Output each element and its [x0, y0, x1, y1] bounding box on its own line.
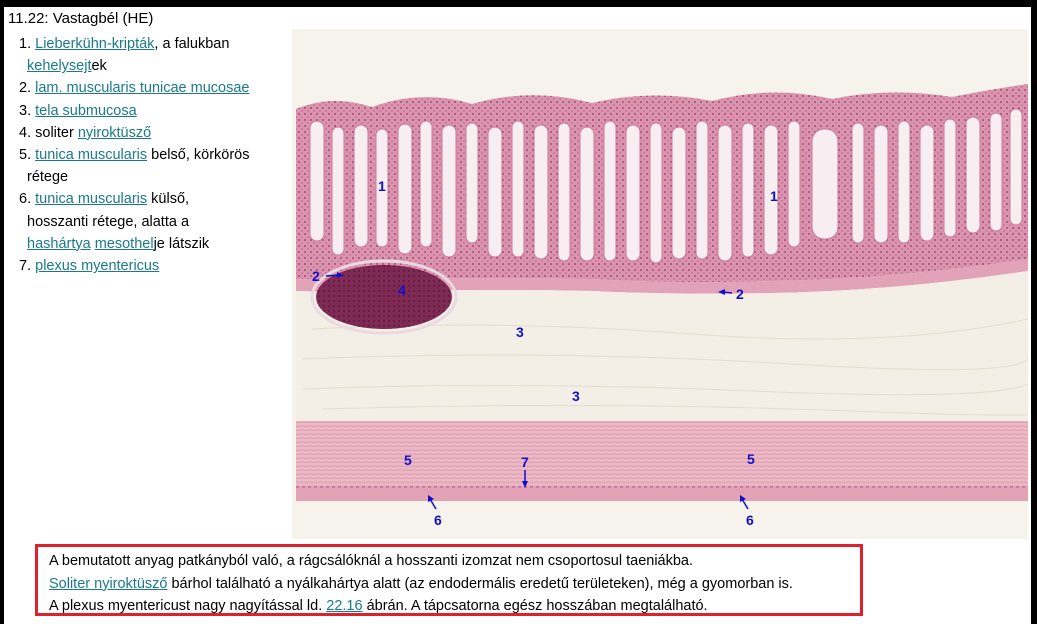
label-musc-mucosae-left: 2	[312, 268, 320, 284]
label-musc-mucosae-right: 2	[736, 286, 744, 302]
legend-item-7: 7. plexus myentericus	[19, 258, 160, 275]
label-plexus: 7	[521, 454, 529, 470]
label-crypt-left: 1	[378, 178, 386, 194]
label-circular-left: 5	[404, 452, 412, 468]
link-kehelysejt[interactable]: kehelysejt	[27, 58, 91, 74]
legend-item-5: 5. tunica muscularis belső, körkörös rét…	[19, 147, 250, 186]
link-lam-muscularis[interactable]: lam. muscularis tunicae mucosae	[35, 80, 249, 96]
link-nyiroktuszo[interactable]: nyiroktüsző	[78, 125, 151, 141]
legend-item-1: 1. Lieberkühn-kripták, a falukban kehely…	[19, 36, 230, 75]
label-longitudinal-left: 6	[434, 512, 442, 528]
legend-item-2: 2. lam. muscularis tunicae mucosae	[19, 80, 250, 97]
label-longitudinal-right: 6	[746, 512, 754, 528]
label-crypt-right: 1	[770, 188, 778, 204]
note-line-3: A plexus myentericust nagy nagyítással l…	[49, 598, 708, 614]
page-title: 11.22: Vastagbél (HE)	[8, 10, 154, 27]
longitudinal-muscle	[296, 487, 1028, 501]
label-circular-right: 5	[747, 451, 755, 467]
link-hashartya[interactable]: hashártya	[27, 236, 91, 252]
label-follicle: 4	[398, 282, 406, 298]
legend-item-3: 3. tela submucosa	[19, 102, 137, 119]
link-tunica-muscularis-1[interactable]: tunica muscularis	[35, 147, 147, 163]
label-submucosa-mid: 3	[572, 388, 580, 404]
note-line-2: Soliter nyiroktüsző bárhol található a n…	[49, 575, 793, 592]
link-tunica-muscularis-2[interactable]: tunica muscularis	[35, 191, 147, 207]
note-box: A bemutatott anyag patkányból való, a rá…	[35, 544, 863, 616]
note-line-1: A bemutatott anyag patkányból való, a rá…	[49, 553, 694, 569]
link-tela-submucosa[interactable]: tela submucosa	[35, 103, 137, 119]
link-mesothel[interactable]: mesothel	[95, 236, 154, 252]
legend-item-4: 4. soliter nyiroktüsző	[19, 124, 152, 141]
label-submucosa-top: 3	[516, 324, 524, 340]
legend-list: 1. Lieberkühn-kripták, a falukban kehely…	[19, 33, 289, 277]
link-soliter-nyiroktuszo[interactable]: Soliter nyiroktüsző	[49, 576, 167, 592]
link-figure-22-16[interactable]: 22.16	[326, 598, 362, 614]
histology-drawing: 1 1 2 2 4 3 3 5 5 7 6 6	[296, 84, 1028, 528]
histology-image: 1 1 2 2 4 3 3 5 5 7 6 6	[292, 29, 1028, 539]
legend-item-6: 6. tunica muscularis külső, hosszanti ré…	[19, 191, 210, 252]
link-plexus-myentericus[interactable]: plexus myentericus	[35, 258, 159, 274]
link-lieberkuhn-kriptak[interactable]: Lieberkühn-kripták	[35, 36, 154, 52]
page: 11.22: Vastagbél (HE) 1. Lieberkühn-krip…	[4, 7, 1031, 624]
